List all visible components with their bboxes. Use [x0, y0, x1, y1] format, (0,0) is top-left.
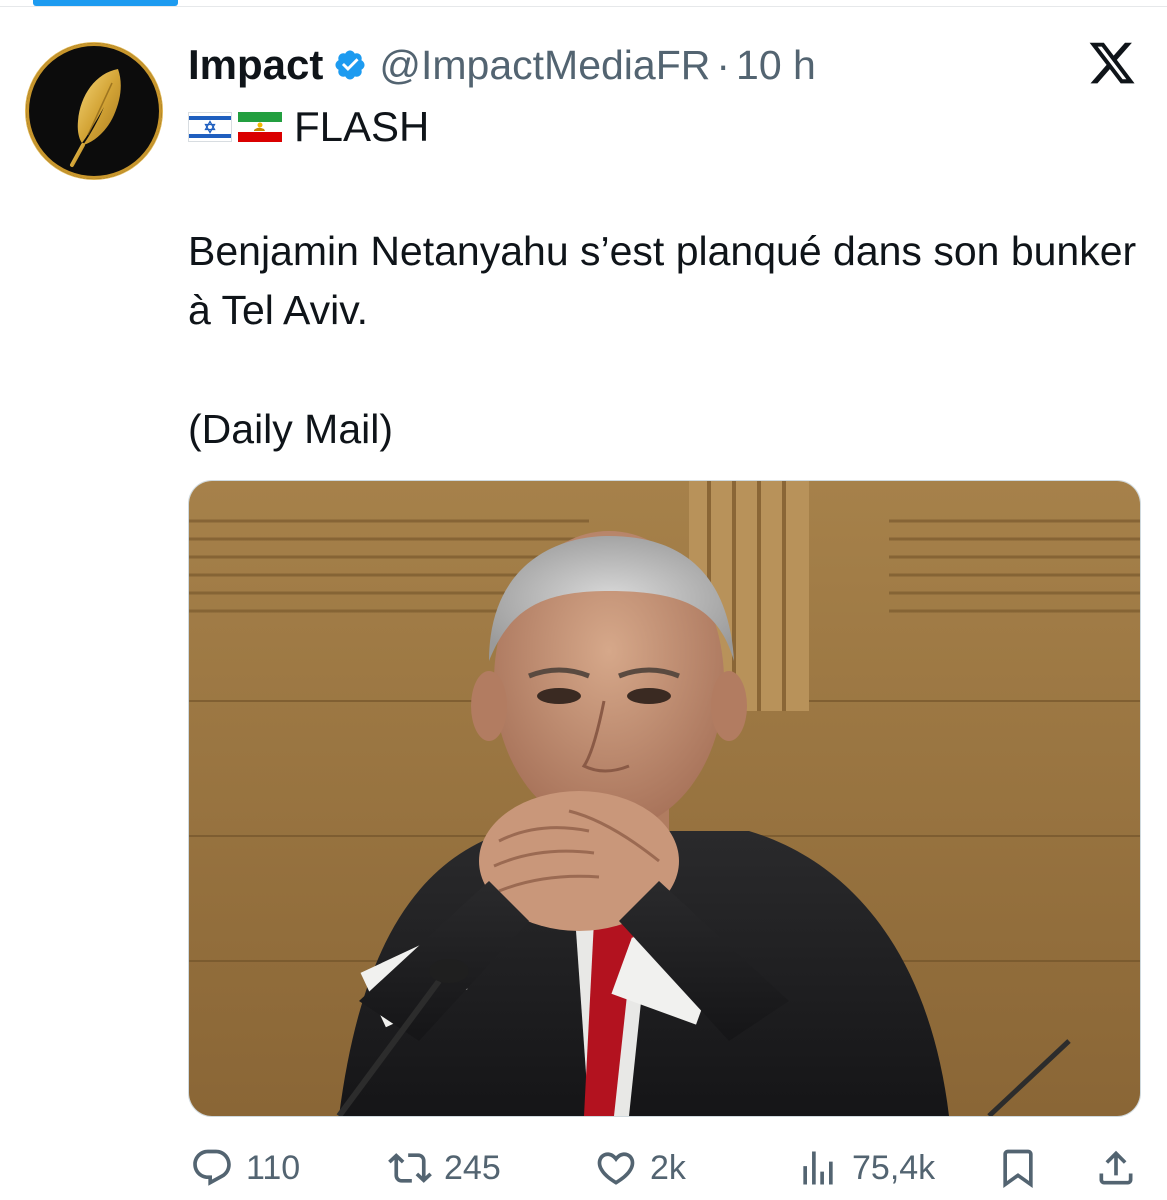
iran-lion-sun-flag-icon	[238, 112, 282, 142]
tweet-text-line: Benjamin Netanyahu s’est planqué dans so…	[188, 228, 1137, 333]
repost-button[interactable]: 245	[388, 1144, 501, 1192]
repost-count: 245	[444, 1148, 501, 1187]
israel-flag-icon	[188, 112, 232, 142]
author-handle[interactable]: @ImpactMediaFR	[379, 42, 710, 89]
feather-logo-icon	[70, 69, 121, 167]
tweet-header: Impact @ImpactMediaFR · 10 h	[188, 38, 816, 92]
reply-count: 110	[246, 1148, 301, 1187]
headline-text: FLASH	[294, 103, 430, 150]
bookmark-button[interactable]	[996, 1144, 1040, 1192]
share-icon	[1099, 1150, 1133, 1185]
timestamp[interactable]: 10 h	[736, 42, 816, 89]
tweet-source-text: (Daily Mail)	[188, 406, 393, 452]
avatar[interactable]	[26, 43, 162, 179]
share-button[interactable]	[1094, 1144, 1138, 1192]
author-name[interactable]: Impact	[188, 41, 323, 89]
views-count: 75,4k	[852, 1148, 936, 1187]
heart-icon	[597, 1152, 635, 1185]
tweet-media-photo[interactable]	[188, 480, 1141, 1117]
tweet-body: Benjamin Netanyahu s’est planqué dans so…	[188, 222, 1148, 459]
x-logo-icon[interactable]	[1086, 38, 1138, 88]
views-button[interactable]: 75,4k	[796, 1144, 935, 1192]
bookmark-icon	[1003, 1149, 1033, 1189]
reply-button[interactable]: 110	[190, 1144, 300, 1192]
reply-icon	[193, 1149, 231, 1186]
divider	[0, 6, 1167, 7]
repost-icon	[388, 1153, 432, 1183]
tweet-actions: 110 245 2k 75,4k	[0, 1138, 1167, 1198]
separator-dot: ·	[716, 41, 731, 88]
like-count: 2k	[650, 1148, 686, 1187]
headline: FLASH	[188, 102, 429, 152]
like-button[interactable]: 2k	[594, 1144, 686, 1192]
views-chart-icon	[803, 1151, 833, 1185]
verified-badge-icon[interactable]	[333, 48, 367, 82]
photo-illustration	[189, 481, 1140, 1116]
